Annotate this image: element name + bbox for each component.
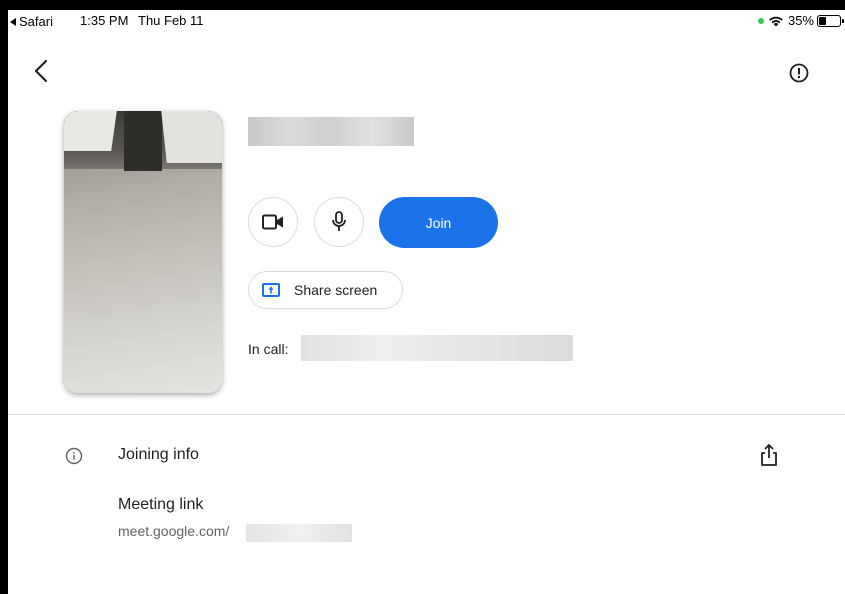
battery-percent: 35% bbox=[787, 13, 814, 28]
meeting-name-redacted bbox=[248, 117, 414, 146]
back-to-app[interactable]: Safari bbox=[10, 14, 53, 29]
alert-circle-icon[interactable] bbox=[788, 62, 810, 84]
self-view-video bbox=[64, 111, 222, 393]
screen: Safari 1:35 PM Thu Feb 11 35% Join Share… bbox=[8, 10, 845, 594]
section-divider bbox=[8, 414, 845, 415]
share-icon[interactable] bbox=[758, 443, 780, 467]
back-triangle-icon bbox=[10, 17, 16, 26]
status-time: 1:35 PM bbox=[80, 13, 129, 28]
join-button[interactable]: Join bbox=[379, 197, 498, 248]
back-app-label: Safari bbox=[19, 14, 53, 29]
present-screen-icon bbox=[262, 283, 280, 297]
info-icon bbox=[65, 447, 83, 465]
chevron-left-icon[interactable] bbox=[30, 58, 54, 84]
wifi-icon bbox=[769, 16, 783, 26]
in-call-label: In call: bbox=[248, 341, 289, 357]
meeting-link-url[interactable]: meet.google.com/ bbox=[118, 523, 229, 539]
microphone-icon bbox=[332, 211, 346, 231]
share-screen-button[interactable]: Share screen bbox=[248, 271, 403, 309]
status-right: 35% bbox=[757, 13, 844, 28]
in-call-participants-redacted bbox=[301, 335, 573, 361]
camera-in-use-dot-icon bbox=[757, 17, 764, 24]
meeting-code-redacted bbox=[246, 524, 352, 542]
microphone-toggle-button[interactable] bbox=[314, 197, 364, 247]
camera-toggle-button[interactable] bbox=[248, 197, 298, 247]
status-date: Thu Feb 11 bbox=[138, 13, 204, 28]
video-camera-icon bbox=[262, 214, 283, 230]
status-bar: Safari 1:35 PM Thu Feb 11 35% bbox=[8, 10, 845, 30]
meeting-link-title: Meeting link bbox=[118, 496, 204, 513]
joining-info-title: Joining info bbox=[118, 446, 199, 463]
battery-icon bbox=[817, 14, 844, 27]
share-screen-label: Share screen bbox=[294, 282, 378, 298]
